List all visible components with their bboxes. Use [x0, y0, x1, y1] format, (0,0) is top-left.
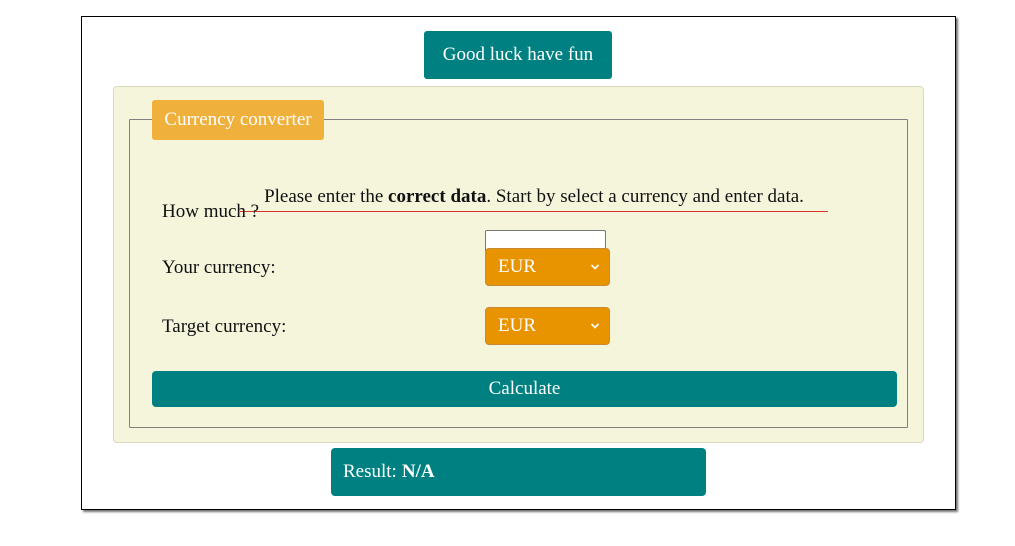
banner: Good luck have fun	[424, 31, 612, 79]
converter-legend: Currency converter	[152, 100, 324, 140]
intro-text-bold: correct data	[388, 186, 487, 207]
target-currency-value: EUR	[498, 315, 536, 336]
your-currency-select[interactable]: EUR	[485, 248, 610, 286]
your-currency-value: EUR	[498, 256, 536, 277]
chevron-down-icon	[590, 323, 600, 329]
target-currency-select[interactable]: EUR	[485, 307, 610, 345]
amount-label: How much ?	[162, 201, 260, 222]
calculate-button[interactable]: Calculate	[152, 371, 897, 407]
result-value: N/A	[401, 461, 435, 482]
converter-legend-text: Currency converter	[164, 109, 312, 130]
banner-text: Good luck have fun	[442, 44, 594, 65]
chevron-down-icon	[590, 264, 600, 270]
your-currency-label: Your currency:	[162, 257, 276, 278]
converter-panel: Please enter the correct data. Start by …	[113, 86, 924, 443]
result-label: Result:	[343, 461, 397, 482]
intro-text: Please enter the correct data. Start by …	[240, 186, 828, 212]
intro-text-end: . Start by select a currency and enter d…	[486, 186, 804, 207]
result-box: Result: N/A	[331, 448, 706, 496]
target-currency-label: Target currency:	[162, 316, 287, 337]
intro-text-start: Please enter the	[264, 186, 389, 207]
app-frame: Good luck have fun Please enter the corr…	[81, 16, 956, 510]
